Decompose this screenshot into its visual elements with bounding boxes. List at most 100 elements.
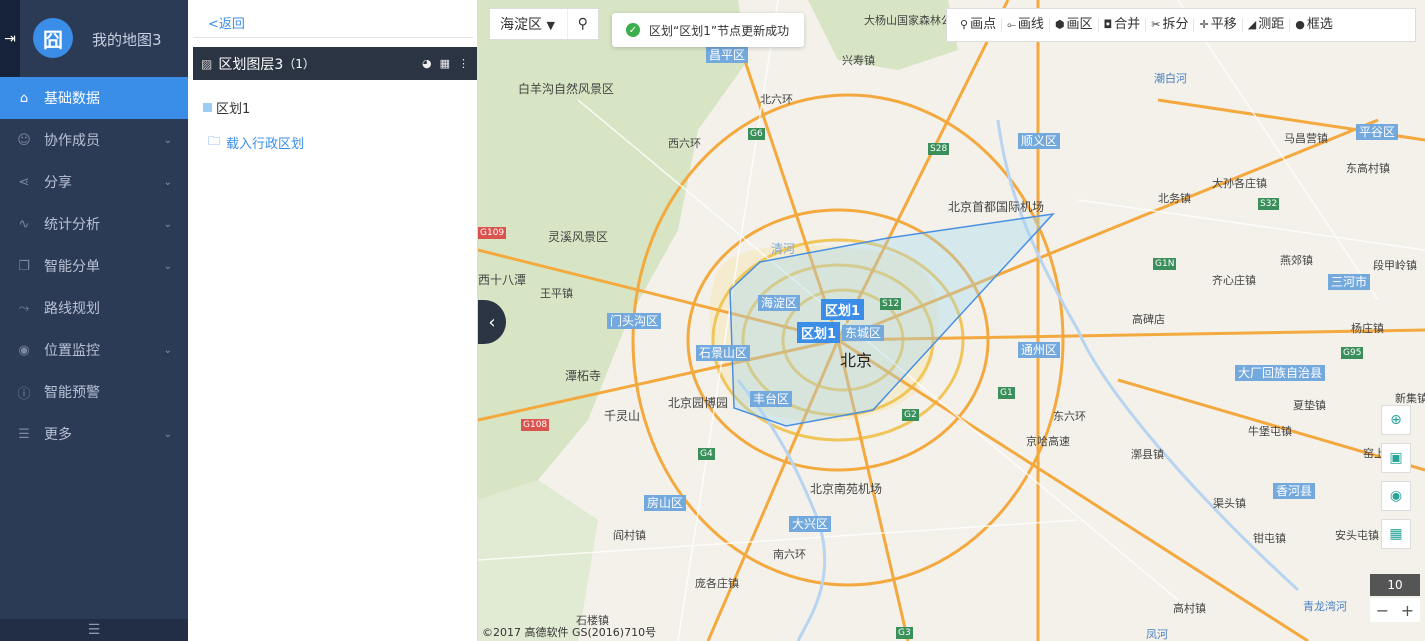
zoom-out-icon[interactable]: −	[1376, 601, 1389, 620]
district-label: 平谷区	[1356, 124, 1399, 140]
split-icon: ✂	[1151, 18, 1161, 31]
folder-plus-icon: 🗀	[208, 134, 221, 148]
load-admin-button[interactable]: 🗀 载入行政区划	[208, 132, 304, 153]
palette-icon[interactable]: ◕	[422, 57, 432, 70]
place-label: 阎村镇	[613, 529, 646, 542]
globe-icon[interactable]: ⊕	[1381, 405, 1411, 435]
district-label: 石景山区	[696, 345, 751, 361]
place-label: 王平镇	[540, 287, 573, 300]
highway-label: S32	[1258, 198, 1280, 210]
select-icon: ●	[1295, 18, 1305, 31]
chevron-left-icon: ‹	[488, 311, 496, 333]
place-label: 东六环	[1053, 410, 1086, 423]
tool-label: 平移	[1210, 17, 1237, 32]
zone-label[interactable]: 区划1	[821, 299, 865, 320]
place-label: 南六环	[773, 548, 806, 561]
district-label: 顺义区	[1018, 133, 1061, 149]
district-label: 昌平区	[706, 47, 749, 63]
more-vertical-icon[interactable]: ⋮	[458, 57, 469, 70]
success-toast: ✓ 区划“区划1”节点更新成功	[612, 13, 804, 47]
highway-label: S28	[928, 143, 950, 155]
search-icon[interactable]: ⚲	[566, 9, 598, 39]
sidebar-item-statistics[interactable]: ∿ 统计分析 ⌄	[0, 203, 188, 245]
collapse-menu-icon[interactable]: ☰	[0, 619, 188, 641]
sidebar-item-share[interactable]: ⋖ 分享 ⌄	[0, 161, 188, 203]
highway-label: G1	[998, 387, 1015, 399]
highway-label: G95	[1341, 347, 1364, 359]
tool-measure[interactable]: ◢ 测距	[1243, 18, 1291, 32]
district-label: 大兴区	[789, 516, 832, 532]
place-label: 漷县镇	[1131, 448, 1164, 461]
tool-draw-area[interactable]: ⬢ 画区	[1050, 18, 1099, 32]
tool-label: 画区	[1066, 17, 1093, 32]
tool-box-select[interactable]: ● 框选	[1290, 18, 1338, 32]
layer-header[interactable]: ▨ 区划图层3 （1） ◕ ▦ ⋮	[193, 47, 477, 80]
list-icon: ☰	[18, 426, 30, 442]
layer-panel: <返回 ▨ 区划图层3 （1） ◕ ▦ ⋮ 区划1 🗀 载入行政区划	[188, 0, 478, 641]
zone-label[interactable]: 区划1	[797, 322, 841, 343]
layer-tools: ◕ ▦ ⋮	[422, 57, 469, 70]
highway-label: G109	[478, 227, 507, 239]
district-label: 香河县	[1273, 483, 1316, 499]
place-label: 齐心庄镇	[1212, 274, 1256, 287]
load-admin-label: 载入行政区划	[226, 137, 305, 152]
place-label: 北京园博园	[668, 396, 729, 410]
move-icon: ✛	[1199, 18, 1209, 31]
home-icon: ⌂	[19, 90, 29, 106]
sidebar-item-label: 位置监控	[44, 343, 100, 359]
zone-item[interactable]: 区划1	[203, 98, 250, 117]
chevron-down-icon: ⌄	[163, 134, 172, 146]
place-label: 安头屯镇	[1335, 529, 1379, 542]
sidebar-item-more[interactable]: ☰ 更多 ⌄	[0, 413, 188, 455]
sidebar-item-label: 更多	[44, 427, 72, 443]
share-icon: ⋖	[18, 174, 30, 190]
place-label: 西十八潭	[478, 273, 527, 287]
check-circle-icon: ✓	[626, 23, 640, 37]
divider	[193, 37, 473, 38]
tool-split[interactable]: ✂ 拆分	[1146, 17, 1195, 32]
sidebar-item-label: 协作成员	[44, 133, 100, 149]
sidebar-item-route[interactable]: ⤳ 路线规划	[0, 287, 188, 329]
place-label: 夏垫镇	[1293, 399, 1326, 412]
pin-icon: ⚲	[960, 18, 969, 31]
place-label: 钳屯镇	[1253, 532, 1286, 545]
sidebar-item-dispatch[interactable]: ❐ 智能分单 ⌄	[0, 245, 188, 287]
minimap-icon[interactable]: ▦	[1381, 519, 1411, 549]
copy-icon: ❐	[18, 258, 30, 274]
place-label: 东高村镇	[1346, 162, 1390, 175]
map-canvas[interactable]: 昌平区 顺义区 平谷区 门头沟区 海淀区 东城区 石景山区 通州区 丰台区 房山…	[478, 0, 1425, 641]
place-label: 白羊沟自然风景区	[518, 82, 615, 96]
place-label: 北六环	[760, 93, 793, 106]
sidebar-item-members[interactable]: ☺ 协作成员 ⌄	[0, 119, 188, 161]
chevron-down-icon: ⌄	[163, 176, 172, 188]
tool-merge[interactable]: ◘ 合并	[1099, 18, 1147, 32]
district-label: 大厂回族自治县	[1235, 365, 1326, 381]
exit-icon[interactable]: ⇥	[0, 0, 20, 77]
sidebar-item-monitor[interactable]: ◉ 位置监控 ⌄	[0, 329, 188, 371]
save-icon[interactable]: ▣	[1381, 443, 1411, 473]
place-label: 灵溪风景区	[548, 230, 609, 244]
eye-icon[interactable]: ◉	[1381, 481, 1411, 511]
tool-label: 画线	[1017, 17, 1044, 32]
tool-draw-line[interactable]: ⟜ 画线	[1002, 18, 1050, 32]
chart-icon: ∿	[18, 216, 30, 232]
table-icon[interactable]: ▦	[440, 57, 450, 70]
sidebar-item-basic-data[interactable]: ⌂ 基础数据	[0, 77, 188, 119]
back-link[interactable]: <返回	[208, 13, 245, 32]
tool-move[interactable]: ✛ 平移	[1194, 17, 1243, 32]
place-label: 北京南苑机场	[810, 482, 883, 496]
place-label: 庞各庄镇	[695, 577, 739, 590]
place-label: 兴寿镇	[842, 54, 875, 67]
sidebar-item-alert[interactable]: ⓘ 智能预警	[0, 371, 188, 413]
district-select[interactable]: 海淀区 ▼ ⚲	[489, 8, 599, 40]
zoom-in-icon[interactable]: +	[1401, 601, 1414, 620]
line-icon: ⟜	[1007, 18, 1016, 31]
sidebar-menu: ⌂ 基础数据 ☺ 协作成员 ⌄ ⋖ 分享 ⌄ ∿ 统计分析 ⌄ ❐ 智能分单 ⌄…	[0, 77, 188, 455]
tool-label: 拆分	[1162, 17, 1189, 32]
place-label: 渠头镇	[1213, 497, 1246, 510]
chevron-down-icon: ⌄	[163, 218, 172, 230]
sidebar-item-label: 基础数据	[44, 91, 100, 107]
map-copyright: ©2017 高德软件 GS(2016)710号	[482, 626, 657, 639]
tool-draw-point[interactable]: ⚲ 画点	[955, 18, 1003, 32]
route-icon: ⤳	[18, 300, 30, 316]
